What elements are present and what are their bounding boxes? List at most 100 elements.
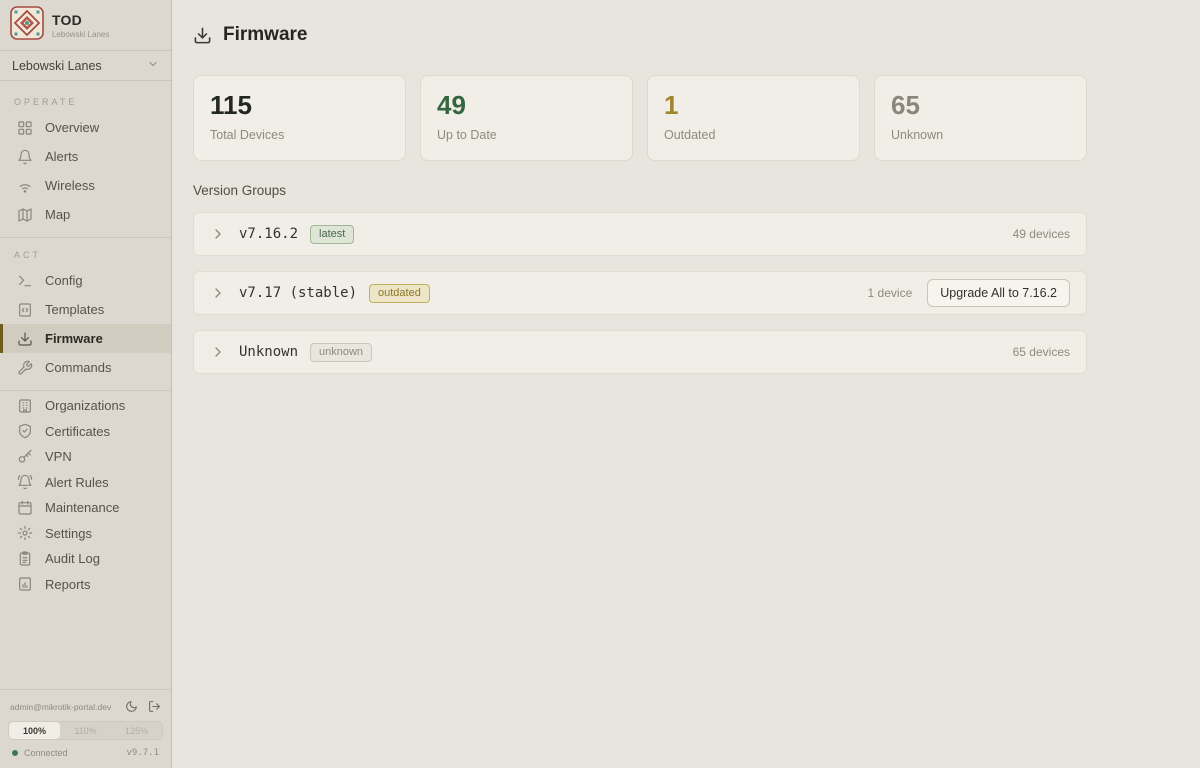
sidebar-item-label: Config <box>45 273 83 288</box>
sidebar-item-organizations[interactable]: Organizations <box>0 393 171 419</box>
nav-divider <box>0 237 171 238</box>
sidebar-item-firmware[interactable]: Firmware <box>0 324 171 353</box>
ui-zoom-control: 100% 110% 125% <box>8 721 163 740</box>
sidebar-item-alert-rules[interactable]: Alert Rules <box>0 470 171 496</box>
stat-card-total-devices: 115 Total Devices <box>193 75 406 161</box>
stat-value: 115 <box>210 91 389 121</box>
bell-ring-icon <box>17 474 33 490</box>
sidebar-item-label: Maintenance <box>45 500 119 515</box>
app-title: TOD <box>52 12 109 28</box>
org-selector[interactable]: Lebowski Lanes <box>0 51 171 81</box>
key-icon <box>17 449 33 465</box>
stat-value: 1 <box>664 91 843 121</box>
sidebar-item-overview[interactable]: Overview <box>0 113 171 142</box>
sidebar-item-label: Map <box>45 207 70 222</box>
version-name: Unknown <box>239 344 298 360</box>
page-title: Firmware <box>223 24 307 46</box>
file-code-icon <box>17 302 33 318</box>
gear-icon <box>17 525 33 541</box>
bell-icon <box>17 149 33 165</box>
stat-label: Up to Date <box>437 128 616 142</box>
stat-label: Outdated <box>664 128 843 142</box>
sidebar-item-certificates[interactable]: Certificates <box>0 419 171 445</box>
connection-status-dot <box>12 750 18 756</box>
zoom-110-button[interactable]: 110% <box>60 722 111 739</box>
sidebar-item-label: VPN <box>45 449 72 464</box>
stat-card-unknown: 65 Unknown <box>874 75 1087 161</box>
sidebar-item-label: Alert Rules <box>45 475 109 490</box>
stat-card-outdated: 1 Outdated <box>647 75 860 161</box>
app-subtitle: Lebowski Lanes <box>52 30 109 39</box>
wifi-icon <box>17 178 33 194</box>
download-icon <box>193 26 212 45</box>
sidebar-item-map[interactable]: Map <box>0 200 171 229</box>
chevron-right-icon[interactable] <box>210 285 226 301</box>
terminal-icon <box>17 273 33 289</box>
sidebar-item-label: Certificates <box>45 424 110 439</box>
sidebar-item-label: Settings <box>45 526 92 541</box>
chevron-right-icon[interactable] <box>210 226 226 242</box>
version-group-row-unknown[interactable]: Unknown unknown 65 devices <box>193 330 1087 374</box>
sidebar-item-audit-log[interactable]: Audit Log <box>0 546 171 572</box>
theme-toggle-moon-icon[interactable] <box>125 700 138 713</box>
sidebar-item-label: Overview <box>45 120 99 135</box>
stat-label: Total Devices <box>210 128 389 142</box>
connection-status: Connected <box>24 748 126 758</box>
sidebar-item-label: Wireless <box>45 178 95 193</box>
nav-section-act: ACT <box>0 240 171 266</box>
version-group-row-outdated[interactable]: v7.17 (stable) outdated 1 device Upgrade… <box>193 271 1087 315</box>
version-group-row-latest[interactable]: v7.16.2 latest 49 devices <box>193 212 1087 256</box>
device-count: 49 devices <box>1013 227 1070 241</box>
sidebar-item-label: Audit Log <box>45 551 100 566</box>
sidebar-item-commands[interactable]: Commands <box>0 353 171 382</box>
sidebar-nav: OPERATE Overview Alerts Wireless Map <box>0 81 171 689</box>
sidebar-item-label: Firmware <box>45 331 103 346</box>
sidebar-item-wireless[interactable]: Wireless <box>0 171 171 200</box>
stat-label: Unknown <box>891 128 1070 142</box>
building-icon <box>17 398 33 414</box>
chevron-down-icon <box>147 58 159 73</box>
sidebar-item-templates[interactable]: Templates <box>0 295 171 324</box>
version-name: v7.16.2 <box>239 226 298 242</box>
logout-icon[interactable] <box>148 700 161 713</box>
stat-value: 65 <box>891 91 1070 121</box>
status-badge: unknown <box>310 343 372 362</box>
sidebar-item-config[interactable]: Config <box>0 266 171 295</box>
calendar-icon <box>17 500 33 516</box>
zoom-100-button[interactable]: 100% <box>9 722 60 739</box>
stat-value: 49 <box>437 91 616 121</box>
app-version: v9.7.1 <box>126 748 159 758</box>
upgrade-all-button[interactable]: Upgrade All to 7.16.2 <box>927 279 1070 307</box>
section-title-version-groups: Version Groups <box>193 183 1087 198</box>
stat-card-up-to-date: 49 Up to Date <box>420 75 633 161</box>
sidebar-item-maintenance[interactable]: Maintenance <box>0 495 171 521</box>
download-icon <box>17 331 33 347</box>
sidebar-item-alerts[interactable]: Alerts <box>0 142 171 171</box>
logo-block: TOD Lebowski Lanes <box>0 0 171 51</box>
clipboard-icon <box>17 551 33 567</box>
status-badge: latest <box>310 225 354 244</box>
sidebar-item-settings[interactable]: Settings <box>0 521 171 547</box>
sidebar-item-label: Reports <box>45 577 91 592</box>
grid-icon <box>17 120 33 136</box>
zoom-125-button[interactable]: 125% <box>111 722 162 739</box>
sidebar-item-label: Alerts <box>45 149 78 164</box>
sidebar-item-label: Commands <box>45 360 111 375</box>
stats-grid: 115 Total Devices 49 Up to Date 1 Outdat… <box>193 75 1087 161</box>
sidebar-item-reports[interactable]: Reports <box>0 572 171 598</box>
sidebar-item-label: Organizations <box>45 398 125 413</box>
report-icon <box>17 576 33 592</box>
user-email: admin@mikrotik-portal.dev <box>10 702 115 712</box>
app-logo-icon <box>10 6 44 45</box>
main-content: Firmware 115 Total Devices 49 Up to Date… <box>172 0 1200 768</box>
org-selector-value: Lebowski Lanes <box>12 59 102 73</box>
sidebar-item-vpn[interactable]: VPN <box>0 444 171 470</box>
sidebar-item-label: Templates <box>45 302 104 317</box>
version-name: v7.17 (stable) <box>239 285 357 301</box>
status-badge: outdated <box>369 284 430 303</box>
chevron-right-icon[interactable] <box>210 344 226 360</box>
wrench-icon <box>17 360 33 376</box>
map-icon <box>17 207 33 223</box>
device-count: 1 device <box>868 286 913 300</box>
device-count: 65 devices <box>1013 345 1070 359</box>
